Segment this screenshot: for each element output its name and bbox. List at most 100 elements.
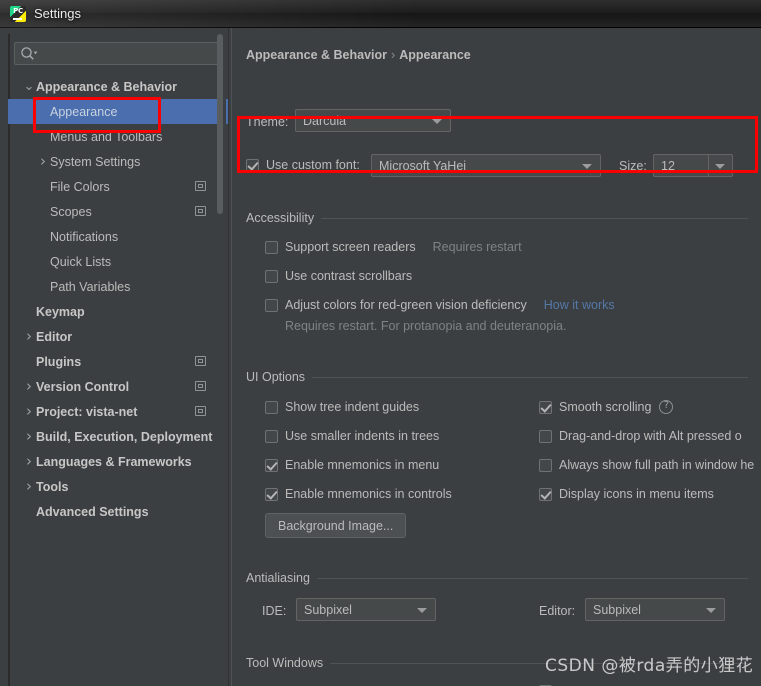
enable-mnemonics-controls-checkbox[interactable]	[265, 487, 278, 501]
font-size-combobox[interactable]: 12	[653, 154, 733, 177]
chevron-right-icon[interactable]: ›	[22, 429, 36, 444]
chevron-down-icon[interactable]: ⌄	[22, 80, 36, 93]
accessibility-title: Accessibility	[246, 211, 315, 225]
help-icon[interactable]: ?	[659, 400, 674, 414]
sidebar-item-notifications[interactable]: Notifications	[8, 224, 228, 249]
antialiasing-editor-combobox[interactable]: Subpixel	[585, 598, 725, 621]
use-contrast-scrollbars-row[interactable]: Use contrast scrollbars	[265, 269, 412, 283]
pycharm-icon-text: PC	[13, 6, 23, 15]
show-tree-indent-guides-row[interactable]: Show tree indent guides	[265, 400, 419, 414]
sidebar-item-label: Appearance & Behavior	[36, 79, 178, 94]
pycharm-icon-bar	[13, 17, 22, 20]
theme-combobox[interactable]: Darcula	[295, 109, 451, 132]
background-image-button[interactable]: Background Image...	[265, 513, 407, 538]
smooth-scrolling-checkbox[interactable]	[539, 400, 552, 414]
settings-tree[interactable]: ⌄ Appearance & Behavior Appearance Menus an…	[8, 74, 228, 686]
chevron-right-icon[interactable]: ›	[22, 404, 36, 419]
sidebar-item-keymap[interactable]: Keymap	[8, 299, 228, 324]
breadcrumb-separator: ›	[391, 48, 396, 62]
sidebar-item-scopes[interactable]: Scopes	[8, 199, 228, 224]
sidebar-item-label: Menus and Toolbars	[50, 129, 163, 144]
display-icons-menu-items-row[interactable]: Display icons in menu items	[539, 487, 714, 501]
sidebar-item-version-control[interactable]: › Version Control	[8, 374, 228, 399]
use-custom-font-checkbox[interactable]	[246, 158, 259, 172]
adjust-colors-row[interactable]: Adjust colors for red-green vision defic…	[265, 298, 615, 312]
sidebar-item-label: Keymap	[36, 304, 85, 319]
enable-mnemonics-menu-row[interactable]: Enable mnemonics in menu	[265, 458, 439, 472]
display-icons-menu-items-label: Display icons in menu items	[559, 487, 714, 501]
sidebar-item-label: Project: vista-net	[36, 404, 138, 419]
drag-and-drop-alt-row[interactable]: Drag-and-drop with Alt pressed o	[539, 429, 742, 443]
antialiasing-ide-combobox[interactable]: Subpixel	[296, 598, 436, 621]
custom-font-combobox[interactable]: Microsoft YaHei	[371, 154, 601, 177]
use-smaller-indents-checkbox[interactable]	[265, 429, 278, 443]
custom-font-value: Microsoft YaHei	[379, 158, 467, 173]
antialiasing-editor-value: Subpixel	[593, 602, 641, 617]
antialiasing-ide-label: IDE:	[262, 604, 287, 618]
sidebar-item-system-settings[interactable]: › System Settings	[8, 149, 228, 174]
enable-mnemonics-menu-checkbox[interactable]	[265, 458, 278, 472]
use-smaller-indents-row[interactable]: Use smaller indents in trees	[265, 429, 439, 443]
accessibility-section-header: Accessibility	[246, 211, 748, 225]
sidebar-item-file-colors[interactable]: File Colors	[8, 174, 228, 199]
module-icon	[195, 406, 206, 416]
support-screen-readers-checkbox[interactable]	[265, 240, 278, 254]
use-contrast-scrollbars-checkbox[interactable]	[265, 269, 278, 283]
sidebar-item-quick-lists[interactable]: Quick Lists	[8, 249, 228, 274]
sidebar-item-label: Version Control	[36, 379, 130, 394]
module-icon	[195, 206, 206, 216]
sidebar-item-plugins[interactable]: Plugins	[8, 349, 228, 374]
adjust-colors-label: Adjust colors for red-green vision defic…	[285, 298, 527, 312]
smooth-scrolling-row[interactable]: Smooth scrolling ?	[539, 400, 674, 414]
theme-label: Theme:	[246, 115, 289, 129]
chevron-right-icon[interactable]: ›	[22, 479, 36, 494]
use-custom-font-label: Use custom font:	[266, 158, 360, 172]
ui-options-section-header: UI Options	[246, 370, 748, 384]
always-show-full-path-row[interactable]: Always show full path in window he	[539, 458, 754, 472]
sidebar-item-path-variables[interactable]: Path Variables	[8, 274, 228, 299]
drag-and-drop-alt-checkbox[interactable]	[539, 429, 552, 443]
search-input[interactable]	[41, 43, 219, 64]
sidebar-item-label: Tools	[36, 479, 69, 494]
smooth-scrolling-label: Smooth scrolling	[559, 400, 652, 414]
module-icon	[195, 181, 206, 191]
use-smaller-indents-label: Use smaller indents in trees	[285, 429, 440, 443]
ui-options-title: UI Options	[246, 370, 306, 384]
search-icon[interactable]	[20, 46, 38, 62]
support-screen-readers-row[interactable]: Support screen readers Requires restart	[265, 240, 522, 254]
adjust-colors-checkbox[interactable]	[265, 298, 278, 312]
chevron-right-icon[interactable]: ›	[22, 454, 36, 469]
chevron-right-icon[interactable]: ›	[36, 154, 50, 169]
chevron-down-icon	[706, 608, 716, 613]
sidebar-item-languages-frameworks[interactable]: › Languages & Frameworks	[8, 449, 228, 474]
sidebar-item-label: File Colors	[50, 179, 110, 194]
pycharm-icon: PC	[10, 5, 26, 22]
search-box[interactable]	[14, 42, 222, 65]
sidebar-item-appearance[interactable]: Appearance	[8, 99, 228, 124]
antialiasing-title: Antialiasing	[246, 571, 310, 585]
sidebar-item-advanced-settings[interactable]: Advanced Settings	[8, 499, 228, 524]
sidebar-item-menus-and-toolbars[interactable]: Menus and Toolbars	[8, 124, 228, 149]
use-custom-font-row[interactable]: Use custom font:	[246, 158, 360, 172]
sidebar-scrollbar-track[interactable]	[217, 34, 226, 646]
module-icon	[195, 356, 206, 366]
show-tree-indent-guides-checkbox[interactable]	[265, 400, 278, 414]
antialiasing-section-header: Antialiasing	[246, 571, 748, 585]
sidebar-item-label: System Settings	[50, 154, 141, 169]
sidebar-item-build-execution-deployment[interactable]: › Build, Execution, Deployment	[8, 424, 228, 449]
sidebar-scrollbar-thumb[interactable]	[217, 34, 223, 214]
how-it-works-link[interactable]: How it works	[544, 298, 615, 312]
chevron-down-icon	[582, 164, 592, 169]
chevron-right-icon[interactable]: ›	[22, 379, 36, 394]
sidebar-item-project-vista-net[interactable]: › Project: vista-net	[8, 399, 228, 424]
sidebar-item-tools[interactable]: › Tools	[8, 474, 228, 499]
chevron-right-icon[interactable]: ›	[22, 329, 36, 344]
sidebar-item-editor[interactable]: › Editor	[8, 324, 228, 349]
enable-mnemonics-controls-row[interactable]: Enable mnemonics in controls	[265, 487, 452, 501]
sidebar-splitter[interactable]	[228, 28, 232, 686]
theme-value: Darcula	[303, 113, 347, 128]
sidebar-item-appearance-behavior[interactable]: ⌄ Appearance & Behavior	[8, 74, 228, 99]
section-rule	[312, 376, 748, 378]
display-icons-menu-items-checkbox[interactable]	[539, 487, 552, 501]
always-show-full-path-checkbox[interactable]	[539, 458, 552, 472]
